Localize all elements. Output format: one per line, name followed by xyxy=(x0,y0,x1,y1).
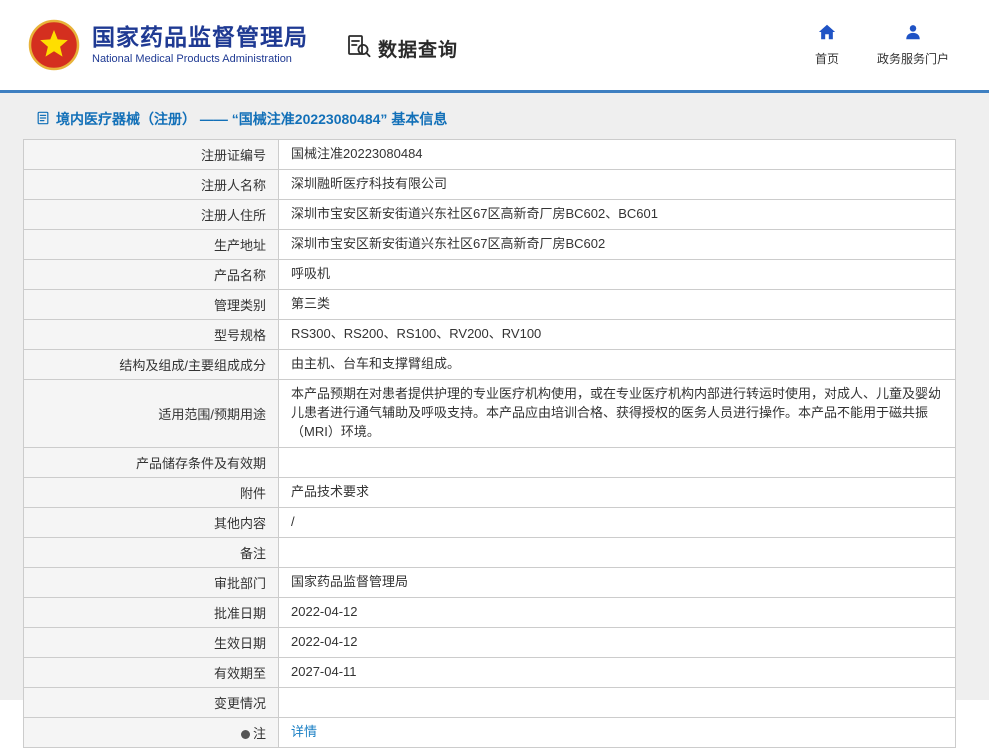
row-label: 注册人名称 xyxy=(24,170,279,200)
row-label: 有效期至 xyxy=(24,657,279,687)
national-emblem-icon xyxy=(28,19,80,71)
header-nav: 首页 政务服务门户 xyxy=(815,23,949,67)
brand: 国家药品监督管理局 National Medical Products Admi… xyxy=(28,19,308,71)
nav-portal[interactable]: 政务服务门户 xyxy=(877,23,949,67)
table-row: 有效期至2027-04-11 xyxy=(24,657,956,687)
row-value: 第三类 xyxy=(279,290,956,320)
data-query-label: 数据查询 xyxy=(378,35,458,62)
table-row: 管理类别第三类 xyxy=(24,290,956,320)
row-label: 备注 xyxy=(24,537,279,567)
row-label: 适用范围/预期用途 xyxy=(24,380,279,448)
table-row: 批准日期2022-04-12 xyxy=(24,597,956,627)
table-row: 变更情况 xyxy=(24,687,956,717)
row-value xyxy=(279,447,956,477)
row-value: 本产品预期在对患者提供护理的专业医疗机构使用，或在专业医疗机构内部进行转运时使用… xyxy=(279,380,956,448)
data-query-icon xyxy=(346,33,372,64)
page-title-text: 境内医疗器械（注册） —— “国械注准20223080484” 基本信息 xyxy=(56,109,447,129)
table-row: 生产地址深圳市宝安区新安街道兴东社区67区高新奇厂房BC602 xyxy=(24,230,956,260)
table-row: 生效日期2022-04-12 xyxy=(24,627,956,657)
row-value: 国械注准20223080484 xyxy=(279,140,956,170)
note-icon xyxy=(241,730,250,739)
row-value: RS300、RS200、RS100、RV200、RV100 xyxy=(279,320,956,350)
row-label: 型号规格 xyxy=(24,320,279,350)
table-row: 注册人名称深圳融昕医疗科技有限公司 xyxy=(24,170,956,200)
row-value: 深圳融昕医疗科技有限公司 xyxy=(279,170,956,200)
table-row: 注册人住所深圳市宝安区新安街道兴东社区67区高新奇厂房BC602、BC601 xyxy=(24,200,956,230)
info-table-body: 注册证编号国械注准20223080484注册人名称深圳融昕医疗科技有限公司注册人… xyxy=(24,140,956,748)
row-label: 注册人住所 xyxy=(24,200,279,230)
registration-info-table: 注册证编号国械注准20223080484注册人名称深圳融昕医疗科技有限公司注册人… xyxy=(23,139,956,748)
table-row: 适用范围/预期用途本产品预期在对患者提供护理的专业医疗机构使用，或在专业医疗机构… xyxy=(24,380,956,448)
table-row: 注册证编号国械注准20223080484 xyxy=(24,140,956,170)
row-label: 结构及组成/主要组成成分 xyxy=(24,350,279,380)
site-header: 国家药品监督管理局 National Medical Products Admi… xyxy=(0,0,989,90)
row-label: 管理类别 xyxy=(24,290,279,320)
row-label: 注册证编号 xyxy=(24,140,279,170)
nav-home[interactable]: 首页 xyxy=(815,23,839,67)
data-query-section: 数据查询 xyxy=(346,33,458,64)
row-value: 2022-04-12 xyxy=(279,627,956,657)
table-row: 结构及组成/主要组成成分由主机、台车和支撑臂组成。 xyxy=(24,350,956,380)
row-label: 其他内容 xyxy=(24,507,279,537)
table-row: 备注 xyxy=(24,537,956,567)
nav-portal-label: 政务服务门户 xyxy=(877,50,949,67)
row-label: 产品储存条件及有效期 xyxy=(24,447,279,477)
page-title: 境内医疗器械（注册） —— “国械注准20223080484” 基本信息 xyxy=(36,109,966,129)
table-row: 型号规格RS300、RS200、RS100、RV200、RV100 xyxy=(24,320,956,350)
row-label: 生产地址 xyxy=(24,230,279,260)
brand-text: 国家药品监督管理局 National Medical Products Admi… xyxy=(92,24,308,66)
document-icon xyxy=(36,111,50,128)
table-row: 注详情 xyxy=(24,717,956,747)
row-label: 产品名称 xyxy=(24,260,279,290)
table-row: 其他内容/ xyxy=(24,507,956,537)
row-value: 深圳市宝安区新安街道兴东社区67区高新奇厂房BC602 xyxy=(279,230,956,260)
row-label: 审批部门 xyxy=(24,567,279,597)
row-value: 国家药品监督管理局 xyxy=(279,567,956,597)
table-row: 产品储存条件及有效期 xyxy=(24,447,956,477)
nav-home-label: 首页 xyxy=(815,50,839,67)
site-title: 国家药品监督管理局 xyxy=(92,24,308,50)
row-label: 附件 xyxy=(24,477,279,507)
row-value xyxy=(279,537,956,567)
site-subtitle: National Medical Products Administration xyxy=(92,53,308,66)
detail-link[interactable]: 详情 xyxy=(291,724,317,739)
row-value: 2027-04-11 xyxy=(279,657,956,687)
row-value: / xyxy=(279,507,956,537)
row-label: 批准日期 xyxy=(24,597,279,627)
row-value: 产品技术要求 xyxy=(279,477,956,507)
content-area: 境内医疗器械（注册） —— “国械注准20223080484” 基本信息 注册证… xyxy=(0,93,989,700)
row-label: 生效日期 xyxy=(24,627,279,657)
table-row: 附件产品技术要求 xyxy=(24,477,956,507)
row-value: 详情 xyxy=(279,717,956,747)
user-icon xyxy=(904,23,922,46)
row-label: 变更情况 xyxy=(24,687,279,717)
row-value: 呼吸机 xyxy=(279,260,956,290)
home-icon xyxy=(818,23,836,46)
table-row: 审批部门国家药品监督管理局 xyxy=(24,567,956,597)
row-value: 2022-04-12 xyxy=(279,597,956,627)
row-value xyxy=(279,687,956,717)
table-row: 产品名称呼吸机 xyxy=(24,260,956,290)
row-label: 注 xyxy=(24,717,279,747)
row-value: 深圳市宝安区新安街道兴东社区67区高新奇厂房BC602、BC601 xyxy=(279,200,956,230)
row-value: 由主机、台车和支撑臂组成。 xyxy=(279,350,956,380)
